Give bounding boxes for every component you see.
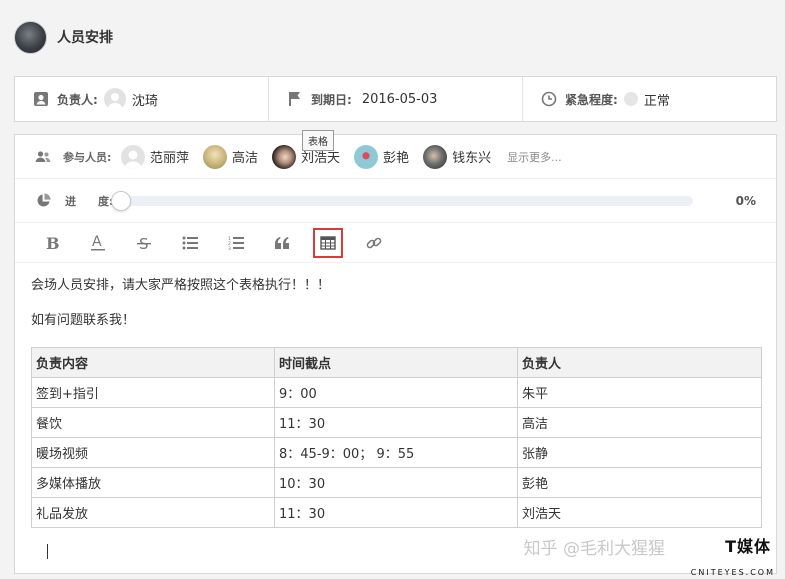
table-cell[interactable]: 张静 (517, 437, 762, 468)
due-date-label: 到期日: (311, 92, 352, 107)
due-date-value: 2016-05-03 (361, 91, 438, 107)
progress-label-a: 进 (65, 194, 76, 208)
urgency-field[interactable]: 紧急程度: 正常 (523, 77, 776, 121)
task-avatar (14, 20, 47, 54)
table-cell[interactable]: 11：30 (274, 407, 518, 438)
participant-avatar (354, 144, 379, 169)
people-icon (35, 149, 51, 165)
underline-icon[interactable]: A (83, 228, 113, 258)
watermark-logo: T媒体 (725, 537, 771, 556)
progress-row: 进 度: 0% (15, 179, 776, 223)
table-cell[interactable]: 餐饮 (31, 407, 275, 438)
table-header-cell: 负责人 (517, 347, 762, 378)
strikethrough-icon[interactable]: S (129, 228, 159, 258)
bullet-list-icon[interactable] (175, 228, 205, 258)
participant-avatar (423, 144, 448, 169)
svg-text:A: A (92, 234, 102, 250)
participant-item[interactable]: 范丽萍 (121, 144, 190, 169)
content-line-1: 会场人员安排，请大家严格按照这个表格执行！！！ (31, 278, 331, 293)
owner-field[interactable]: 负责人: 沈琦 (15, 77, 269, 121)
participant-name: 高洁 (232, 151, 259, 166)
table-row: 多媒体播放 10：30 彭艳 (31, 467, 762, 498)
flag-icon (287, 91, 303, 107)
table-row: 餐饮 11：30 高洁 (31, 407, 762, 438)
urgency-label: 紧急程度: (565, 92, 618, 107)
owner-name: 沈琦 (131, 93, 158, 109)
clock-icon (541, 91, 557, 107)
participants-label: 参与人员: (63, 150, 112, 164)
task-meta-bar: 负责人: 沈琦 到期日: 2016-05-03 紧急程度: 正常 (14, 76, 777, 122)
table-icon[interactable] (313, 227, 343, 258)
participant-name: 钱东兴 (452, 151, 492, 166)
table-cell[interactable]: 10：30 (274, 467, 518, 498)
svg-text:3: 3 (228, 246, 231, 250)
table-cell[interactable]: 9：00 (274, 377, 518, 408)
participant-item[interactable]: 钱东兴 (423, 144, 492, 169)
editor-toolbar: B A S 123 (15, 223, 776, 263)
due-date-field[interactable]: 到期日: 2016-05-03 (269, 77, 523, 121)
participant-item[interactable]: 彭艳 (354, 144, 410, 169)
link-icon[interactable] (359, 228, 389, 258)
page-title: 人员安排 (57, 30, 113, 46)
table-cell[interactable]: 8：45-9：00； 9：55 (274, 437, 518, 468)
editor-content[interactable]: 会场人员安排，请大家严格按照这个表格执行！！！ 如有问题联系我！ 负责内容 时间… (15, 263, 776, 559)
participant-avatar (121, 144, 145, 169)
svg-text:B: B (46, 235, 59, 251)
table-row: 签到+指引 9：00 朱平 (31, 377, 762, 408)
table-cell[interactable]: 朱平 (517, 377, 762, 408)
table-cell[interactable]: 刘浩天 (517, 497, 762, 528)
participant-name: 彭艳 (383, 151, 410, 166)
task-detail-card: 参与人员: 范丽萍 高洁 刘浩天 彭艳 钱东兴 显示更多... 进 度: 0% … (14, 134, 777, 574)
table-cell[interactable]: 礼品发放 (31, 497, 275, 528)
show-more-link[interactable]: 显示更多... (507, 149, 562, 165)
watermark-text: 知乎 @毛利大猩猩 (523, 539, 665, 559)
text-caret (47, 544, 48, 559)
table-row: 礼品发放 11：30 刘浩天 (31, 497, 762, 528)
participants-row: 参与人员: 范丽萍 高洁 刘浩天 彭艳 钱东兴 显示更多... (15, 135, 776, 179)
owner-avatar (103, 88, 126, 110)
owner-label: 负责人: (57, 92, 98, 107)
participant-name: 范丽萍 (150, 151, 190, 166)
bold-icon[interactable]: B (37, 228, 67, 258)
table-cell[interactable]: 多媒体播放 (31, 467, 275, 498)
progress-slider[interactable] (111, 190, 694, 211)
watermark-logo-sub: CNITEYES.COM (690, 568, 775, 577)
table-header-cell: 时间截点 (274, 347, 518, 378)
task-header: 人员安排 (14, 20, 113, 54)
table-cell[interactable]: 高洁 (517, 407, 762, 438)
urgency-value: 正常 (643, 93, 670, 109)
participant-item[interactable]: 高洁 (203, 144, 259, 169)
quote-icon[interactable] (267, 228, 297, 258)
table-header-row: 负责内容 时间截点 负责人 (31, 347, 762, 378)
table-header-cell: 负责内容 (31, 347, 275, 378)
table-cell[interactable]: 签到+指引 (31, 377, 275, 408)
participant-avatar (203, 144, 228, 169)
urgency-dot (623, 92, 638, 106)
table-cell[interactable]: 暖场视频 (31, 437, 275, 468)
table-cell[interactable]: 彭艳 (517, 467, 762, 498)
person-card-icon (33, 91, 49, 107)
table-cell[interactable]: 11：30 (274, 497, 518, 528)
schedule-table[interactable]: 负责内容 时间截点 负责人 签到+指引 9：00 朱平 餐饮 11：30 高洁 … (31, 347, 762, 528)
progress-handle[interactable] (111, 190, 132, 211)
table-tooltip: 表格 (302, 130, 334, 151)
content-line-2: 如有问题联系我！ (31, 313, 136, 328)
table-row: 暖场视频 8：45-9：00； 9：55 张静 (31, 437, 762, 468)
participant-avatar (272, 144, 297, 169)
pie-chart-icon (35, 193, 51, 209)
numbered-list-icon[interactable]: 123 (221, 228, 251, 258)
progress-percent: 0% (735, 193, 756, 208)
